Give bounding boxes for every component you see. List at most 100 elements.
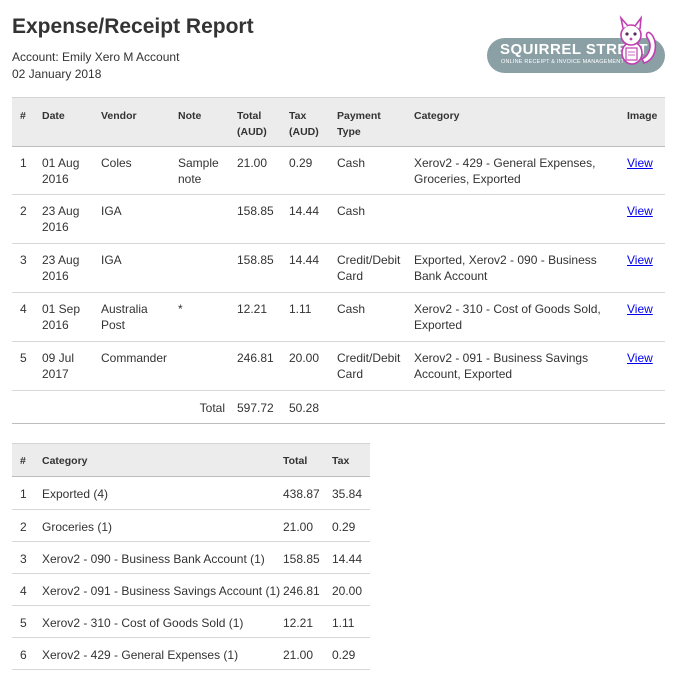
report-title: Expense/Receipt Report — [12, 15, 254, 38]
col-payment-type: Payment Type — [337, 98, 414, 147]
category-row: 1 Exported (4) 438.87 35.84 — [12, 477, 370, 510]
col-num: # — [20, 110, 26, 122]
col-date: Date — [42, 110, 65, 122]
row-tax: 14.44 — [289, 253, 320, 267]
category-header-row: # Category Total Tax — [12, 443, 370, 477]
col-payment-label: Payment — [337, 110, 381, 122]
cat-row-number: 2 — [20, 520, 27, 534]
row-vendor: IGA — [101, 204, 122, 218]
row-vendor: Australia Post — [101, 293, 178, 342]
cat-row-number: 6 — [20, 648, 27, 662]
table-row: 3 23 Aug 2016 IGA 158.85 14.44 Credit/Deb… — [12, 244, 665, 293]
row-payment-type: Credit/Debit Card — [337, 244, 414, 293]
cat-row-total: 21.00 — [283, 648, 314, 662]
row-vendor-line1: Australia — [101, 302, 148, 316]
col-payment-label-2: Type — [337, 126, 361, 138]
row-total: 158.85 — [237, 253, 274, 267]
view-image-link[interactable]: View — [627, 204, 653, 218]
row-date: 23 Aug 2016 — [42, 244, 101, 293]
row-vendor: Coles — [101, 156, 132, 170]
row-category-line2: Exported — [414, 318, 463, 332]
col-total-label: Total — [237, 110, 262, 122]
view-image-link[interactable]: View — [627, 302, 653, 316]
row-number: 4 — [20, 302, 27, 316]
row-date-day: 23 Aug — [42, 253, 80, 267]
row-date-day: 01 Sep — [42, 302, 81, 316]
table-row: 2 23 Aug 2016 IGA 158.85 14.44 Cash View — [12, 195, 665, 244]
row-category-line1: Xerov2 - 429 - General Expenses, — [414, 156, 596, 170]
category-row: 5 Xerov2 - 310 - Cost of Goods Sold (1) … — [12, 606, 370, 638]
account-name: Account: Emily Xero M Account — [12, 50, 180, 64]
cat-row-category: Xerov2 - 310 - Cost of Goods Sold (1) — [42, 616, 244, 630]
row-payment-type: Cash — [337, 156, 366, 170]
row-date: 09 Jul 2017 — [42, 342, 101, 391]
col-note: Note — [178, 110, 202, 122]
category-row: 4 Xerov2 - 091 - Business Savings Accoun… — [12, 574, 370, 606]
category-row: 2 Groceries (1) 21.00 0.29 — [12, 510, 370, 542]
row-category-line2: Groceries, Exported — [414, 172, 521, 186]
view-image-link[interactable]: View — [627, 156, 653, 170]
row-total: 21.00 — [237, 156, 268, 170]
row-image: View — [627, 244, 665, 293]
row-date-day: 09 Jul — [42, 351, 75, 365]
cat-row-tax: 35.84 — [332, 487, 363, 501]
cat-col-category: Category — [42, 455, 88, 467]
row-image: View — [627, 195, 665, 244]
row-category: Xerov2 - 429 - General Expenses, Grocerie… — [414, 147, 627, 195]
cat-row-tax: 1.11 — [332, 616, 355, 630]
view-image-link[interactable]: View — [627, 253, 653, 267]
cat-row-category: Xerov2 - 429 - General Expenses (1) — [42, 648, 239, 662]
receipts-table: # Date Vendor Note Total (AUD) Tax (AUD) P… — [12, 97, 665, 424]
table-row: 1 01 Aug 2016 Coles Sample note 21.00 0.29… — [12, 147, 665, 195]
row-total: 12.21 — [237, 302, 268, 316]
cat-row-total: 438.87 — [283, 487, 320, 501]
view-image-link[interactable]: View — [627, 351, 653, 365]
col-total-unit: (AUD) — [237, 126, 267, 138]
cat-row-tax: 0.29 — [332, 520, 356, 534]
cat-row-total: 12.21 — [283, 616, 314, 630]
cat-row-number: 1 — [20, 487, 27, 501]
cat-col-num: # — [20, 455, 26, 467]
row-date-year: 2016 — [42, 269, 69, 283]
row-category-line2: Bank Account — [414, 269, 488, 283]
row-payment-line2: Card — [337, 367, 364, 381]
row-date-day: 01 Aug — [42, 156, 80, 170]
col-image: Image — [627, 110, 658, 122]
row-number: 1 — [20, 156, 27, 170]
cat-row-total: 246.81 — [283, 584, 320, 598]
squirrel-mascot-icon — [619, 15, 657, 65]
col-category: Category — [414, 110, 460, 122]
row-note — [178, 244, 237, 293]
row-date: 01 Sep 2016 — [42, 293, 101, 342]
row-category-line2: Account, Exported — [414, 367, 513, 381]
row-date-year: 2016 — [42, 318, 69, 332]
row-category-line1: Xerov2 - 091 - Business Savings — [414, 351, 589, 365]
cat-row-number: 5 — [20, 616, 27, 630]
cat-row-number: 4 — [20, 584, 27, 598]
table-row: 5 09 Jul 2017 Commander 246.81 20.00 Cred… — [12, 342, 665, 391]
row-category-line1: Exported, Xerov2 - 090 - Business — [414, 253, 597, 267]
totals-total: 597.72 — [237, 401, 274, 415]
row-total: 246.81 — [237, 351, 274, 365]
row-payment-line1: Credit/Debit — [337, 351, 401, 365]
receipts-header-row: # Date Vendor Note Total (AUD) Tax (AUD) P… — [12, 97, 665, 147]
cat-row-category: Groceries (1) — [42, 520, 113, 534]
col-tax-label: Tax — [289, 110, 307, 122]
cat-row-number: 3 — [20, 552, 27, 566]
cat-row-category: Xerov2 - 091 - Business Savings Account … — [42, 584, 281, 598]
col-tax: Tax (AUD) — [289, 98, 337, 147]
row-payment-type: Credit/Debit Card — [337, 342, 414, 391]
row-vendor: IGA — [101, 253, 122, 267]
row-image: View — [627, 342, 665, 391]
row-tax: 1.11 — [289, 302, 312, 316]
cat-row-tax: 20.00 — [332, 584, 363, 598]
row-payment-type: Cash — [337, 204, 366, 218]
cat-row-category: Xerov2 - 090 - Business Bank Account (1) — [42, 552, 265, 566]
row-image: View — [627, 293, 665, 342]
report-date: 02 January 2018 — [12, 67, 102, 81]
row-tax: 0.29 — [289, 156, 313, 170]
logo-tagline: ONLINE RECEIPT & INVOICE MANAGEMENT — [501, 59, 625, 65]
row-payment-line2: Card — [337, 269, 364, 283]
row-image: View — [627, 147, 665, 195]
row-vendor: Commander — [101, 351, 168, 365]
